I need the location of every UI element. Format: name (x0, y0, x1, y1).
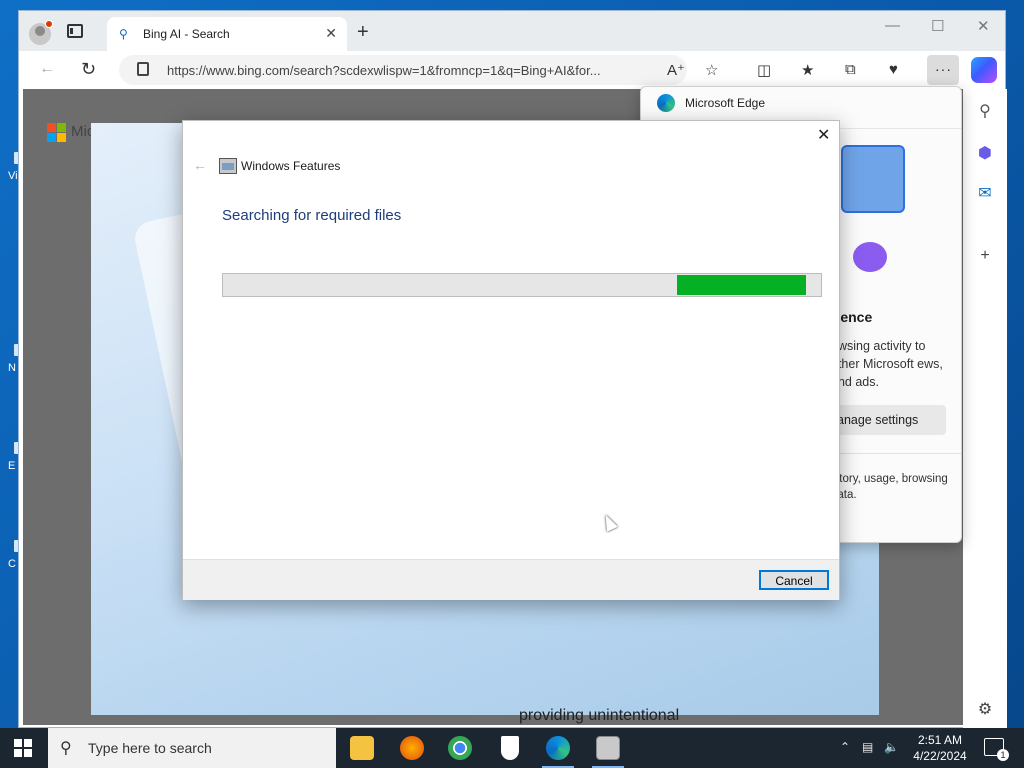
refresh-icon[interactable]: ↻ (81, 59, 96, 80)
search-icon: ⚲ (60, 740, 72, 757)
piggy-bank-illustration-icon (853, 242, 887, 272)
dialog-footer: Cancel (183, 559, 839, 600)
flyout-footer-text: istory, usage, browsing data. (831, 473, 948, 501)
file-explorer-icon[interactable] (338, 728, 386, 768)
new-tab-icon[interactable]: + (357, 21, 369, 44)
taskbar: ⚲ Type here to search ⌃ ▤ 🔈 2:51 AM 4/22… (0, 728, 1024, 768)
more-icon: ··· (935, 61, 952, 77)
flyout-title: Microsoft Edge (685, 96, 766, 110)
split-screen-icon[interactable]: ◫ (757, 61, 771, 79)
microsoft-logo-icon (47, 123, 67, 143)
show-hidden-icons-icon[interactable]: ⌃ (840, 740, 850, 754)
collections-icon[interactable]: ⧉ (845, 61, 856, 78)
windows-features-dialog: ✕ ← Windows Features Searching for requi… (182, 120, 840, 600)
tab-actions-icon[interactable] (67, 24, 83, 38)
firefox-icon[interactable] (388, 728, 436, 768)
settings-and-more-button[interactable]: ··· (927, 55, 959, 85)
tab-bing-ai[interactable]: ⚲ Bing AI - Search ✕ (107, 17, 347, 51)
desktop-icon[interactable]: C (0, 540, 20, 570)
start-button[interactable] (14, 739, 32, 757)
chart-illustration-icon (841, 145, 905, 213)
profile-avatar-icon[interactable] (29, 20, 53, 45)
tab-bar: ⚲ Bing AI - Search ✕ + — ☐ ✕ (19, 11, 1005, 51)
browser-essentials-icon[interactable]: ♥ (889, 61, 898, 78)
windows-security-icon[interactable] (486, 728, 534, 768)
maximize-icon[interactable]: ☐ (931, 17, 944, 35)
edge-logo-icon (657, 94, 675, 112)
notification-count: 1 (997, 749, 1009, 761)
browser-toolbar: ← ↻ https://www.bing.com/search?scdexwli… (19, 51, 1005, 89)
taskbar-search-placeholder: Type here to search (88, 740, 212, 756)
sidebar-settings-icon[interactable]: ⚙ (975, 699, 995, 719)
edge-taskbar-icon[interactable] (534, 728, 582, 768)
back-arrow-icon[interactable]: ← (193, 157, 207, 173)
desktop-icon[interactable]: E (0, 442, 20, 472)
chrome-icon[interactable] (436, 728, 484, 768)
windows-features-icon (219, 158, 237, 174)
desktop-icon[interactable]: Vis (0, 152, 23, 182)
lock-icon[interactable] (137, 62, 149, 76)
edge-sidebar: ⚲ ⬢ ✉ + ⚙ (963, 89, 1007, 729)
notification-center-icon[interactable]: 1 (984, 738, 1009, 761)
copilot-sidebar-icon[interactable]: ⬢ (975, 143, 995, 163)
taskbar-clock[interactable]: 2:51 AM 4/22/2024 (904, 732, 976, 764)
page-body-text: providing unintentional (519, 707, 680, 724)
taskbar-search[interactable]: ⚲ Type here to search (48, 728, 336, 768)
progress-bar-fill (677, 275, 806, 295)
clock-time: 2:51 AM (917, 733, 963, 747)
add-icon[interactable]: + (975, 247, 995, 267)
cancel-button[interactable]: Cancel (759, 570, 829, 590)
flyout-body: owsing activity to other Microsoft ews, … (831, 339, 943, 389)
favorites-icon[interactable]: ★ (801, 61, 814, 79)
search-icon: ⚲ (119, 27, 128, 41)
window-close-icon[interactable]: ✕ (977, 17, 990, 35)
minimize-icon[interactable]: — (885, 17, 900, 34)
address-url[interactable]: https://www.bing.com/search?scdexwlispw=… (167, 63, 601, 78)
read-aloud-icon[interactable]: A⁺ (667, 61, 685, 79)
copilot-icon[interactable] (971, 57, 997, 83)
clock-date: 4/22/2024 (913, 749, 967, 763)
volume-muted-icon[interactable]: 🔈 (884, 740, 899, 754)
cancel-label: Cancel (775, 574, 813, 588)
search-icon[interactable]: ⚲ (975, 101, 995, 121)
close-tab-icon[interactable]: ✕ (325, 25, 337, 42)
address-bar[interactable]: https://www.bing.com/search?scdexwlispw=… (119, 55, 687, 85)
dialog-title: Windows Features (241, 159, 341, 173)
network-icon[interactable]: ▤ (862, 740, 873, 754)
manage-settings-label: anage settings (837, 413, 919, 427)
notification-dot (45, 20, 53, 28)
dialog-heading: Searching for required files (222, 207, 402, 224)
desktop-icon[interactable]: N (0, 344, 20, 374)
progress-bar (222, 273, 822, 297)
outlook-icon[interactable]: ✉ (975, 183, 995, 203)
favorite-star-icon[interactable]: ☆ (705, 61, 718, 79)
tab-title: Bing AI - Search (143, 27, 230, 41)
dialog-close-icon[interactable]: ✕ (817, 125, 830, 145)
back-icon[interactable]: ← (39, 60, 55, 78)
windows-features-taskbar-icon[interactable] (584, 728, 632, 768)
